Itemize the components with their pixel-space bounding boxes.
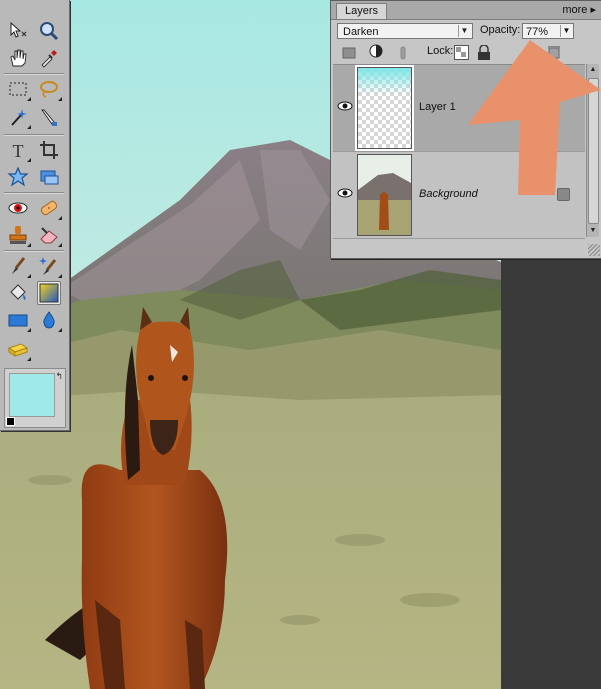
layer-thumbnail xyxy=(355,65,414,151)
default-colors-icon[interactable] xyxy=(6,417,15,426)
scroll-thumb[interactable] xyxy=(588,78,599,224)
layer-row-background[interactable]: Background xyxy=(333,152,585,239)
svg-text:T: T xyxy=(13,141,24,161)
straighten-tool-icon[interactable] xyxy=(37,165,61,189)
opacity-input[interactable]: 77% ▼ xyxy=(522,23,574,39)
layers-palette: Layers more ▸ Darken ▼ Opacity: 77% ▼ Lo… xyxy=(330,0,601,259)
lock-all-icon[interactable] xyxy=(476,44,492,60)
chevron-down-icon: ▼ xyxy=(458,25,470,37)
chevron-right-icon: ▸ xyxy=(590,4,596,16)
link-layers-icon[interactable] xyxy=(395,45,411,61)
lock-label: Lock: xyxy=(427,45,454,57)
crop-tool-icon[interactable] xyxy=(37,138,61,162)
gradient-tool-icon[interactable] xyxy=(37,281,61,305)
red-eye-tool-icon[interactable] xyxy=(6,196,30,220)
opacity-value: 77% xyxy=(526,26,549,38)
layers-scrollbar[interactable]: ▲ ▼ xyxy=(586,64,599,237)
move-tool-icon[interactable] xyxy=(6,19,30,43)
tools-panel: T ↰ xyxy=(0,0,70,431)
chevron-down-icon: ▼ xyxy=(560,25,572,37)
resize-grip-icon[interactable] xyxy=(588,244,600,256)
trash-icon[interactable] xyxy=(546,44,562,60)
blend-mode-value: Darken xyxy=(343,26,379,38)
hand-tool-icon[interactable] xyxy=(6,46,30,70)
eye-icon[interactable] xyxy=(336,186,354,200)
eyedropper-tool-icon[interactable] xyxy=(37,46,61,70)
paint-bucket-tool-icon[interactable] xyxy=(6,281,30,305)
scroll-up-icon[interactable]: ▲ xyxy=(587,64,599,76)
scroll-down-icon[interactable]: ▼ xyxy=(587,225,599,237)
eye-icon[interactable] xyxy=(336,99,354,113)
layer-list: Layer 1 Background xyxy=(333,64,585,239)
new-layer-icon[interactable] xyxy=(341,45,357,61)
layer-thumbnail xyxy=(357,154,412,236)
adjustment-layer-icon[interactable] xyxy=(368,43,384,59)
lock-transparency-icon[interactable] xyxy=(453,44,469,60)
palette-tab-bar: Layers more ▸ xyxy=(331,1,601,20)
opacity-label: Opacity: xyxy=(480,24,521,36)
cookie-cutter-tool-icon[interactable] xyxy=(6,165,30,189)
layer-row-layer-1[interactable]: Layer 1 xyxy=(333,65,585,152)
color-picker[interactable]: ↰ xyxy=(4,368,66,428)
tab-layers[interactable]: Layers xyxy=(336,3,388,19)
zoom-tool-icon[interactable] xyxy=(37,19,61,43)
blend-mode-select[interactable]: Darken ▼ xyxy=(337,23,473,39)
lock-icon xyxy=(557,188,570,201)
layer-name: Layer 1 xyxy=(419,101,456,113)
more-label: more xyxy=(562,4,588,16)
more-menu-button[interactable]: more ▸ xyxy=(562,3,596,18)
swap-colors-icon[interactable]: ↰ xyxy=(55,371,63,382)
selection-brush-tool-icon[interactable] xyxy=(37,105,61,129)
foreground-color-swatch[interactable] xyxy=(9,373,55,417)
layer-name: Background xyxy=(419,188,478,200)
